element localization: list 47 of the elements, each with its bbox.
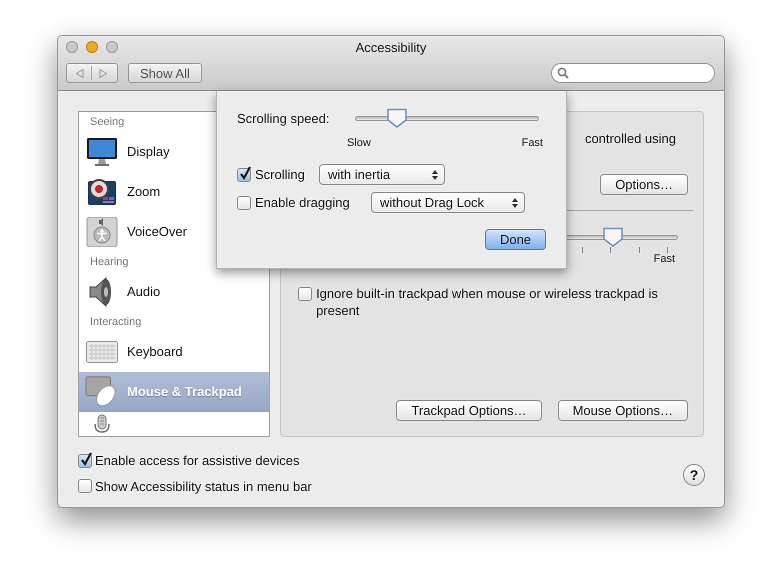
help-button[interactable]: ? (683, 464, 705, 486)
popup-menu[interactable]: without Drag Lock (371, 192, 525, 213)
back-forward-control[interactable] (66, 63, 118, 83)
slider-thumb[interactable] (386, 108, 408, 128)
slow-label: Slow (347, 137, 371, 150)
monitor-icon (86, 137, 118, 167)
done-button[interactable]: Done (485, 229, 546, 250)
options-button[interactable]: Mouse Options… (558, 400, 688, 421)
sidebar-item[interactable]: Keyboard (79, 332, 270, 372)
scrolling-speed-label: Scrolling speed: (237, 110, 330, 128)
microphone-icon (92, 414, 112, 434)
checkbox-label: Enable dragging (255, 194, 351, 212)
search-icon (557, 67, 569, 79)
zoom-button[interactable] (106, 41, 118, 53)
back-icon (76, 68, 84, 78)
slider-thumb[interactable] (602, 226, 624, 246)
checkbox[interactable] (78, 454, 92, 468)
show-all-button[interactable]: Show All (128, 63, 202, 83)
accessibility-person-icon (86, 217, 118, 247)
options-button[interactable]: Trackpad Options… (396, 400, 542, 421)
magnifier-icon (86, 177, 118, 207)
minimize-button[interactable] (86, 41, 98, 53)
checkbox[interactable] (237, 196, 251, 210)
sidebar-item[interactable]: Audio (79, 272, 270, 312)
checkbox-label: Enable access for assistive devices (95, 452, 300, 470)
description-text: controlled using (584, 130, 676, 148)
section-header: Hearing (90, 256, 129, 269)
window-title: Accessibility (356, 38, 426, 57)
checkbox[interactable] (78, 479, 92, 494)
checkbox-label: Scrolling (255, 166, 306, 184)
search-field[interactable] (551, 63, 715, 83)
fast-label: Fast (522, 137, 543, 150)
keyboard-icon (86, 341, 118, 363)
section-header: Interacting (90, 316, 142, 329)
checkbox[interactable] (237, 168, 251, 182)
forward-icon (99, 68, 107, 78)
checkbox-label: Show Accessibility status in menu bar (95, 478, 312, 496)
scrolling-speed-slider[interactable] (355, 110, 539, 128)
popup-menu[interactable]: with inertia (319, 164, 445, 185)
checkbox-label: Ignore built-in trackpad when mouse or wireless trackpad is present (316, 284, 659, 318)
fast-label: Fast (654, 252, 676, 266)
checkbox[interactable] (298, 286, 312, 300)
up-down-arrows-icon (512, 198, 518, 208)
options-button[interactable]: Options… (600, 174, 688, 194)
up-down-arrows-icon (432, 170, 438, 180)
close-button[interactable] (66, 41, 78, 53)
section-header: Seeing (90, 116, 124, 129)
